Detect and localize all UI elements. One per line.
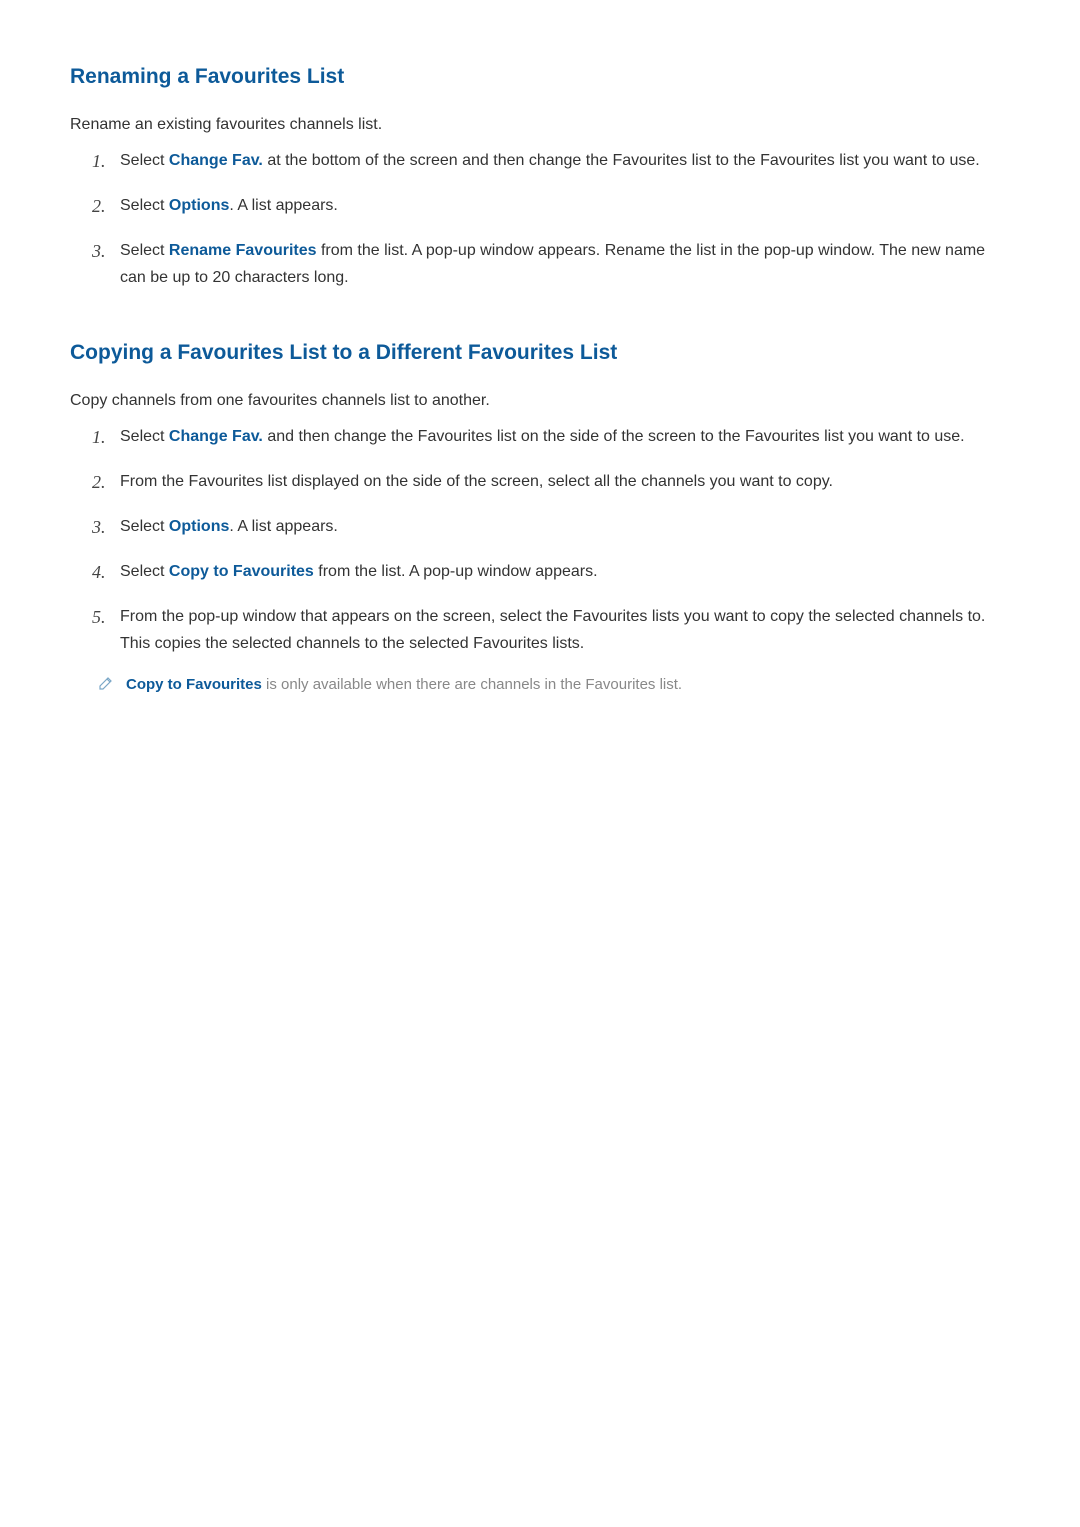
list-item: 2.Select Options. A list appears. bbox=[92, 192, 1010, 221]
list-item: 2.From the Favourites list displayed on … bbox=[92, 468, 1010, 497]
list-item: 1.Select Change Fav. and then change the… bbox=[92, 423, 1010, 452]
list-content: From the Favourites list displayed on th… bbox=[120, 468, 1010, 497]
list-content: Select Change Fav. and then change the F… bbox=[120, 423, 1010, 452]
text-run: Select bbox=[120, 428, 169, 445]
highlight-term: Change Fav. bbox=[169, 428, 263, 445]
text-run: at the bottom of the screen and then cha… bbox=[263, 152, 980, 169]
copying-steps-list: 1.Select Change Fav. and then change the… bbox=[70, 423, 1010, 657]
text-run: is only available when there are channel… bbox=[262, 676, 682, 693]
list-content: Select Copy to Favourites from the list.… bbox=[120, 558, 1010, 587]
text-run: Select bbox=[120, 518, 169, 535]
list-content: Select Rename Favourites from the list. … bbox=[120, 237, 1010, 291]
list-number: 1. bbox=[92, 147, 120, 176]
highlight-term: Rename Favourites bbox=[169, 242, 317, 259]
renaming-steps-list: 1.Select Change Fav. at the bottom of th… bbox=[70, 147, 1010, 291]
list-number: 5. bbox=[92, 603, 120, 657]
list-item: 3.Select Rename Favourites from the list… bbox=[92, 237, 1010, 291]
highlight-term: Options bbox=[169, 197, 229, 214]
highlight-term: Copy to Favourites bbox=[169, 563, 314, 580]
list-content: Select Change Fav. at the bottom of the … bbox=[120, 147, 1010, 176]
text-run: . A list appears. bbox=[229, 197, 338, 214]
note-block: Copy to Favourites is only available whe… bbox=[70, 673, 1010, 697]
highlight-term: Copy to Favourites bbox=[126, 676, 262, 693]
highlight-term: Options bbox=[169, 518, 229, 535]
text-run: Select bbox=[120, 152, 169, 169]
text-run: from the list. A pop-up window appears. bbox=[314, 563, 598, 580]
text-run: Select bbox=[120, 563, 169, 580]
list-number: 2. bbox=[92, 468, 120, 497]
list-content: Select Options. A list appears. bbox=[120, 192, 1010, 221]
intro-text: Copy channels from one favourites channe… bbox=[70, 388, 1010, 414]
text-run: and then change the Favourites list on t… bbox=[263, 428, 965, 445]
highlight-term: Change Fav. bbox=[169, 152, 263, 169]
note-text: Copy to Favourites is only available whe… bbox=[126, 673, 682, 697]
note-pencil-icon bbox=[98, 675, 114, 691]
list-number: 3. bbox=[92, 237, 120, 291]
list-number: 3. bbox=[92, 513, 120, 542]
list-number: 1. bbox=[92, 423, 120, 452]
list-number: 2. bbox=[92, 192, 120, 221]
list-item: 3.Select Options. A list appears. bbox=[92, 513, 1010, 542]
text-run: Select bbox=[120, 242, 169, 259]
text-run: From the pop-up window that appears on t… bbox=[120, 608, 985, 652]
list-content: Select Options. A list appears. bbox=[120, 513, 1010, 542]
text-run: Select bbox=[120, 197, 169, 214]
text-run: . A list appears. bbox=[229, 518, 338, 535]
section-heading-renaming: Renaming a Favourites List bbox=[70, 60, 1010, 94]
list-number: 4. bbox=[92, 558, 120, 587]
list-content: From the pop-up window that appears on t… bbox=[120, 603, 1010, 657]
text-run: From the Favourites list displayed on th… bbox=[120, 473, 833, 490]
section-heading-copying: Copying a Favourites List to a Different… bbox=[70, 336, 1010, 370]
list-item: 4.Select Copy to Favourites from the lis… bbox=[92, 558, 1010, 587]
list-item: 1.Select Change Fav. at the bottom of th… bbox=[92, 147, 1010, 176]
intro-text: Rename an existing favourites channels l… bbox=[70, 112, 1010, 138]
list-item: 5.From the pop-up window that appears on… bbox=[92, 603, 1010, 657]
